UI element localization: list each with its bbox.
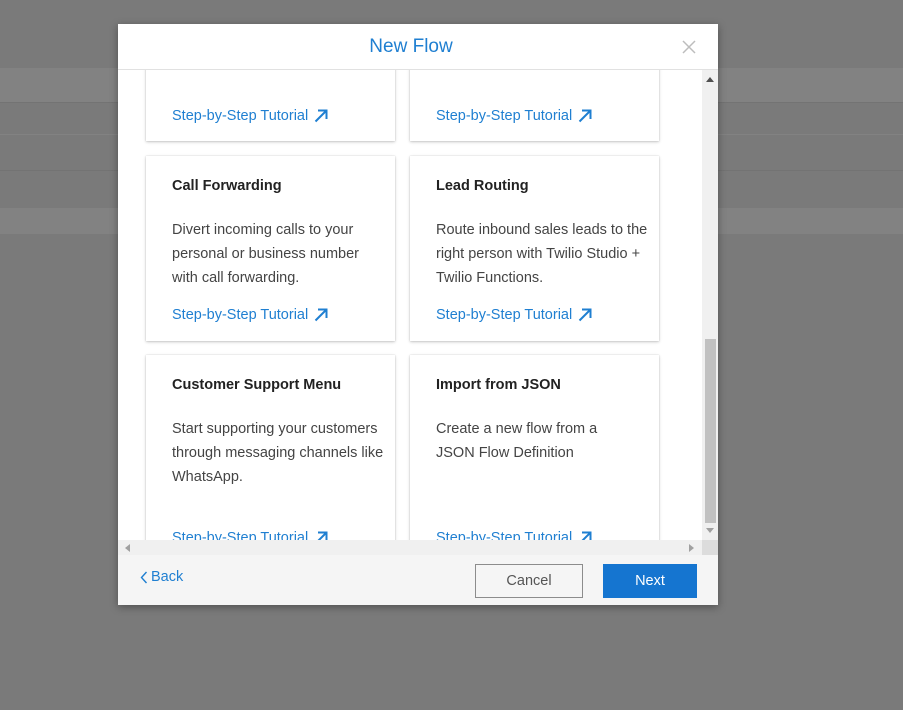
card-title: Call Forwarding [172,178,282,194]
back-button[interactable]: Back [140,569,183,585]
template-card-call-forwarding[interactable]: Call Forwarding Divert incoming calls to… [146,156,395,341]
template-card[interactable]: Step-by-Step Tutorial [146,70,395,141]
template-card[interactable]: Step-by-Step Tutorial [410,70,659,141]
arrow-up-right-icon [581,531,592,540]
tutorial-link-label: Step-by-Step Tutorial [436,108,573,124]
new-flow-dialog: New Flow Step-by-Step Tutorial Step-by-S… [118,24,718,605]
tutorial-link[interactable]: Step-by-Step Tutorial [172,307,328,323]
card-description: Create a new flow from a JSON Flow Defin… [436,421,598,461]
tutorial-link[interactable]: Step-by-Step Tutorial [172,108,328,124]
cancel-button[interactable]: Cancel [475,564,583,598]
card-description: Divert incoming calls to your personal o… [172,222,359,286]
tutorial-link[interactable]: Step-by-Step Tutorial [436,108,592,124]
arrow-up-right-icon [579,109,592,123]
tutorial-link-label: Step-by-Step Tutorial [172,108,309,124]
tutorial-link-label: Step-by-Step Tutorial [172,530,309,540]
dialog-footer: Back Cancel Next [118,555,718,605]
arrow-up-right-icon [579,308,592,322]
close-icon[interactable] [680,38,698,56]
scroll-up-arrow-icon[interactable] [706,76,714,82]
horizontal-scrollbar[interactable] [118,540,702,555]
card-title: Customer Support Menu [172,377,342,393]
template-card-customer-support-menu[interactable]: Customer Support Menu Start supporting y… [146,355,395,540]
card-title: Lead Routing [436,178,529,194]
tutorial-link[interactable]: Step-by-Step Tutorial [436,530,592,540]
tutorial-link-label: Step-by-Step Tutorial [436,530,573,540]
tutorial-link[interactable]: Step-by-Step Tutorial [172,530,328,540]
arrow-up-right-icon [315,109,328,123]
back-button-label: Back [151,569,184,585]
vertical-scrollbar[interactable] [702,70,718,540]
tutorial-link-label: Step-by-Step Tutorial [436,307,573,323]
scroll-down-arrow-icon[interactable] [706,528,714,534]
card-title: Import from JSON [436,377,561,393]
chevron-left-icon [140,571,148,583]
template-list[interactable]: Step-by-Step Tutorial Step-by-Step Tutor… [118,70,702,540]
vertical-scroll-thumb[interactable] [705,339,716,523]
card-description: Route inbound sales leads to the right p… [436,222,648,286]
tutorial-link[interactable]: Step-by-Step Tutorial [436,307,592,323]
arrow-up-right-icon [315,308,328,322]
scrollbar-corner [702,540,718,555]
card-description: Start supporting your customers through … [172,421,384,485]
dialog-header: New Flow [118,24,718,70]
arrow-up-right-icon [317,531,328,540]
template-card-lead-routing[interactable]: Lead Routing Route inbound sales leads t… [410,156,659,341]
template-card-import-from-json[interactable]: Import from JSON Create a new flow from … [410,355,659,540]
scroll-right-arrow-icon[interactable] [689,544,695,552]
dialog-title: New Flow [369,36,453,57]
scroll-left-arrow-icon[interactable] [124,544,130,552]
tutorial-link-label: Step-by-Step Tutorial [172,307,309,323]
next-button[interactable]: Next [603,564,697,598]
